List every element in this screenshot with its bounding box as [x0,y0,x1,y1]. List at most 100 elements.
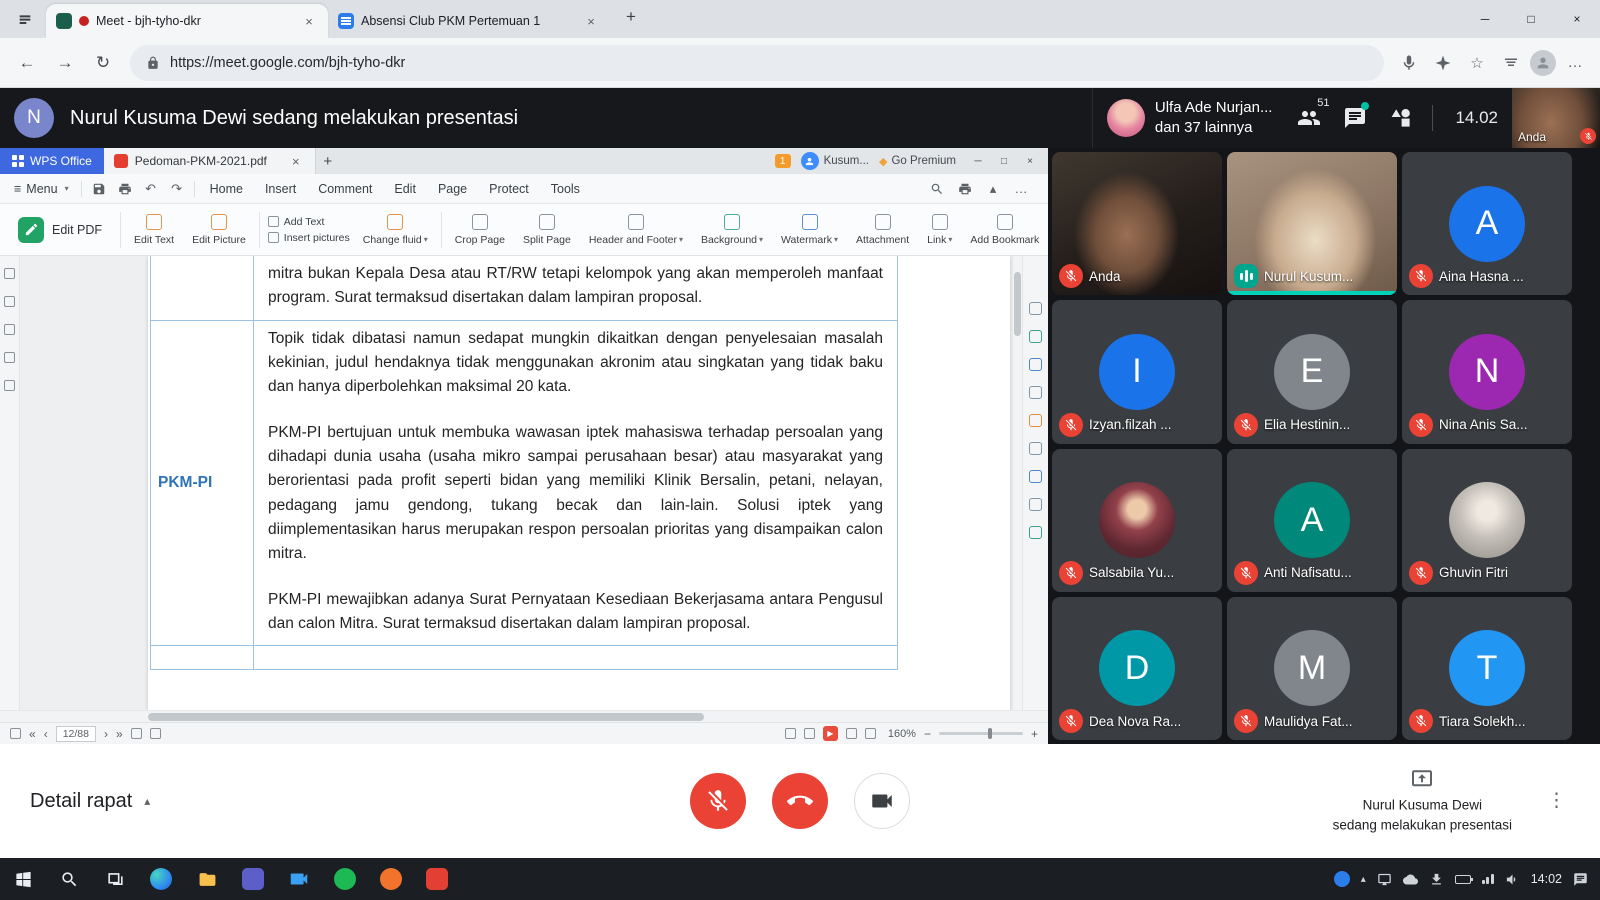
thumbnail-panel-icon[interactable] [4,296,15,307]
horizontal-scrollbar[interactable] [0,710,1048,722]
wps-new-tab-button[interactable]: + [316,153,340,170]
find-icon[interactable] [924,182,950,196]
action-center-icon[interactable] [1573,872,1588,887]
watermark-button[interactable]: Watermark▾ [776,206,843,254]
participant-tile[interactable]: Ghuvin Fitri [1402,449,1572,592]
previous-page-button[interactable]: ‹ [44,728,48,740]
side-tool-icon[interactable] [1029,470,1042,483]
more-icon[interactable]: … [1008,181,1034,196]
side-tool-icon[interactable] [1029,386,1042,399]
vertical-scrollbar[interactable] [1012,256,1022,710]
tab-list-icon[interactable] [10,5,40,35]
start-button[interactable] [0,858,46,900]
collapse-ribbon-icon[interactable]: ▴ [980,181,1006,197]
zoom-slider[interactable] [939,732,1023,735]
self-view-thumbnail[interactable]: Anda [1512,88,1600,148]
chat-button[interactable] [1332,94,1378,142]
background-button[interactable]: Background▾ [696,206,768,254]
usb-icon[interactable] [1429,872,1444,887]
redo-icon[interactable]: ↷ [164,174,190,203]
wps-account[interactable]: Kusum... [801,152,869,170]
participant-tile[interactable]: I Izyan.filzah ... [1052,300,1222,443]
window-restore-button[interactable]: □ [1508,0,1554,38]
participant-tile[interactable]: N Nina Anis Sa... [1402,300,1572,443]
attachment-button[interactable]: Attachment [851,206,914,254]
single-page-icon[interactable] [131,728,142,739]
edit-pdf-button[interactable]: Edit PDF [8,208,112,252]
wps-tab-close-icon[interactable]: × [287,152,305,170]
collections-icon[interactable] [1496,48,1526,78]
browser-menu-icon[interactable]: … [1560,48,1590,78]
scrollbar-thumb[interactable] [148,713,704,721]
bookmark-panel-icon[interactable] [4,268,15,279]
double-page-icon[interactable] [150,728,161,739]
zoom-slider-thumb[interactable] [988,728,992,739]
change-fluid-button[interactable]: Change fluid▾ [358,206,433,254]
zoom-level[interactable]: 160% [888,728,916,740]
participant-tile[interactable]: Anda [1052,152,1222,295]
wps-menu-tools[interactable]: Tools [540,174,591,203]
side-tool-icon[interactable] [1029,302,1042,315]
forward-button[interactable]: → [48,46,82,80]
participant-tile[interactable]: A Aina Hasna ... [1402,152,1572,295]
wps-document-tab[interactable]: Pedoman-PKM-2021.pdf × [104,148,316,174]
tab-close-icon[interactable]: × [582,12,600,30]
tab-close-icon[interactable]: × [300,12,318,30]
presentation-status[interactable]: Nurul Kusuma Dewi sedang melakukan prese… [1333,766,1512,836]
annotation-panel-icon[interactable] [4,352,15,363]
back-button[interactable]: ← [10,46,44,80]
participants-summary[interactable]: Ulfa Ade Nurjan... dan 37 lainnya [1092,88,1287,148]
meeting-details-button[interactable]: Detail rapat ▴ [30,790,150,813]
wps-close-button[interactable]: × [1018,151,1042,171]
view-mode-icon[interactable] [10,728,21,739]
side-tool-icon[interactable] [1029,358,1042,371]
play-presentation-icon[interactable]: ▶ [823,726,838,741]
mic-toggle-button[interactable] [690,773,746,829]
add-bookmark-button[interactable]: Add Bookmark [965,206,1044,254]
wps-taskbar-icon[interactable] [414,858,460,900]
app-icon-orange[interactable] [368,858,414,900]
new-tab-button[interactable]: + [618,4,644,30]
insert-pictures-button[interactable]: Insert pictures [268,232,350,244]
camera-toggle-button[interactable] [854,773,910,829]
network-icon[interactable] [1482,874,1494,884]
more-options-icon[interactable]: ⋮ [1547,790,1566,813]
favorites-icon[interactable]: ☆ [1462,48,1492,78]
taskbar-search-button[interactable] [46,858,92,900]
wps-menu-insert[interactable]: Insert [254,174,307,203]
wps-menu-comment[interactable]: Comment [307,174,383,203]
add-text-button[interactable]: Add Text [268,216,350,228]
edit-picture-button[interactable]: Edit Picture [187,206,251,254]
battery-icon[interactable] [1455,875,1471,884]
participant-tile[interactable]: Salsabila Yu... [1052,449,1222,592]
last-page-button[interactable]: » [116,728,123,740]
volume-icon[interactable] [1505,872,1520,887]
read-mode-icon[interactable] [846,728,857,739]
browser-essentials-icon[interactable] [1428,48,1458,78]
save-icon[interactable] [86,174,112,203]
wps-minimize-button[interactable]: ─ [966,151,990,171]
zoom-in-button[interactable]: + [1031,728,1038,740]
next-page-button[interactable]: › [104,728,108,740]
side-tool-icon[interactable] [1029,526,1042,539]
leave-call-button[interactable] [772,773,828,829]
refresh-button[interactable]: ↻ [86,46,120,80]
print-preview-icon[interactable] [952,182,978,196]
camera-app-icon[interactable] [276,858,322,900]
search-panel-icon[interactable] [4,380,15,391]
tray-overflow-icon[interactable]: ▴ [1361,874,1366,885]
participant-tile[interactable]: Nurul Kusum... [1227,152,1397,295]
wps-menu-edit[interactable]: Edit [383,174,427,203]
page-number-indicator[interactable]: 12/88 [56,726,96,742]
split-page-button[interactable]: Split Page [518,206,576,254]
wps-menu-home[interactable]: Home [199,174,254,203]
undo-icon[interactable]: ↶ [138,174,164,203]
crop-page-button[interactable]: Crop Page [450,206,510,254]
participant-tile[interactable]: T Tiara Solekh... [1402,597,1572,740]
browser-tab-absensi[interactable]: Absensi Club PKM Pertemuan 1 × [328,6,610,36]
address-bar[interactable]: https://meet.google.com/bjh-tyho-dkr [130,45,1384,81]
fit-width-icon[interactable] [785,728,796,739]
profile-avatar[interactable] [1530,50,1556,76]
onedrive-icon[interactable] [1403,872,1418,887]
link-button[interactable]: Link▾ [922,206,957,254]
